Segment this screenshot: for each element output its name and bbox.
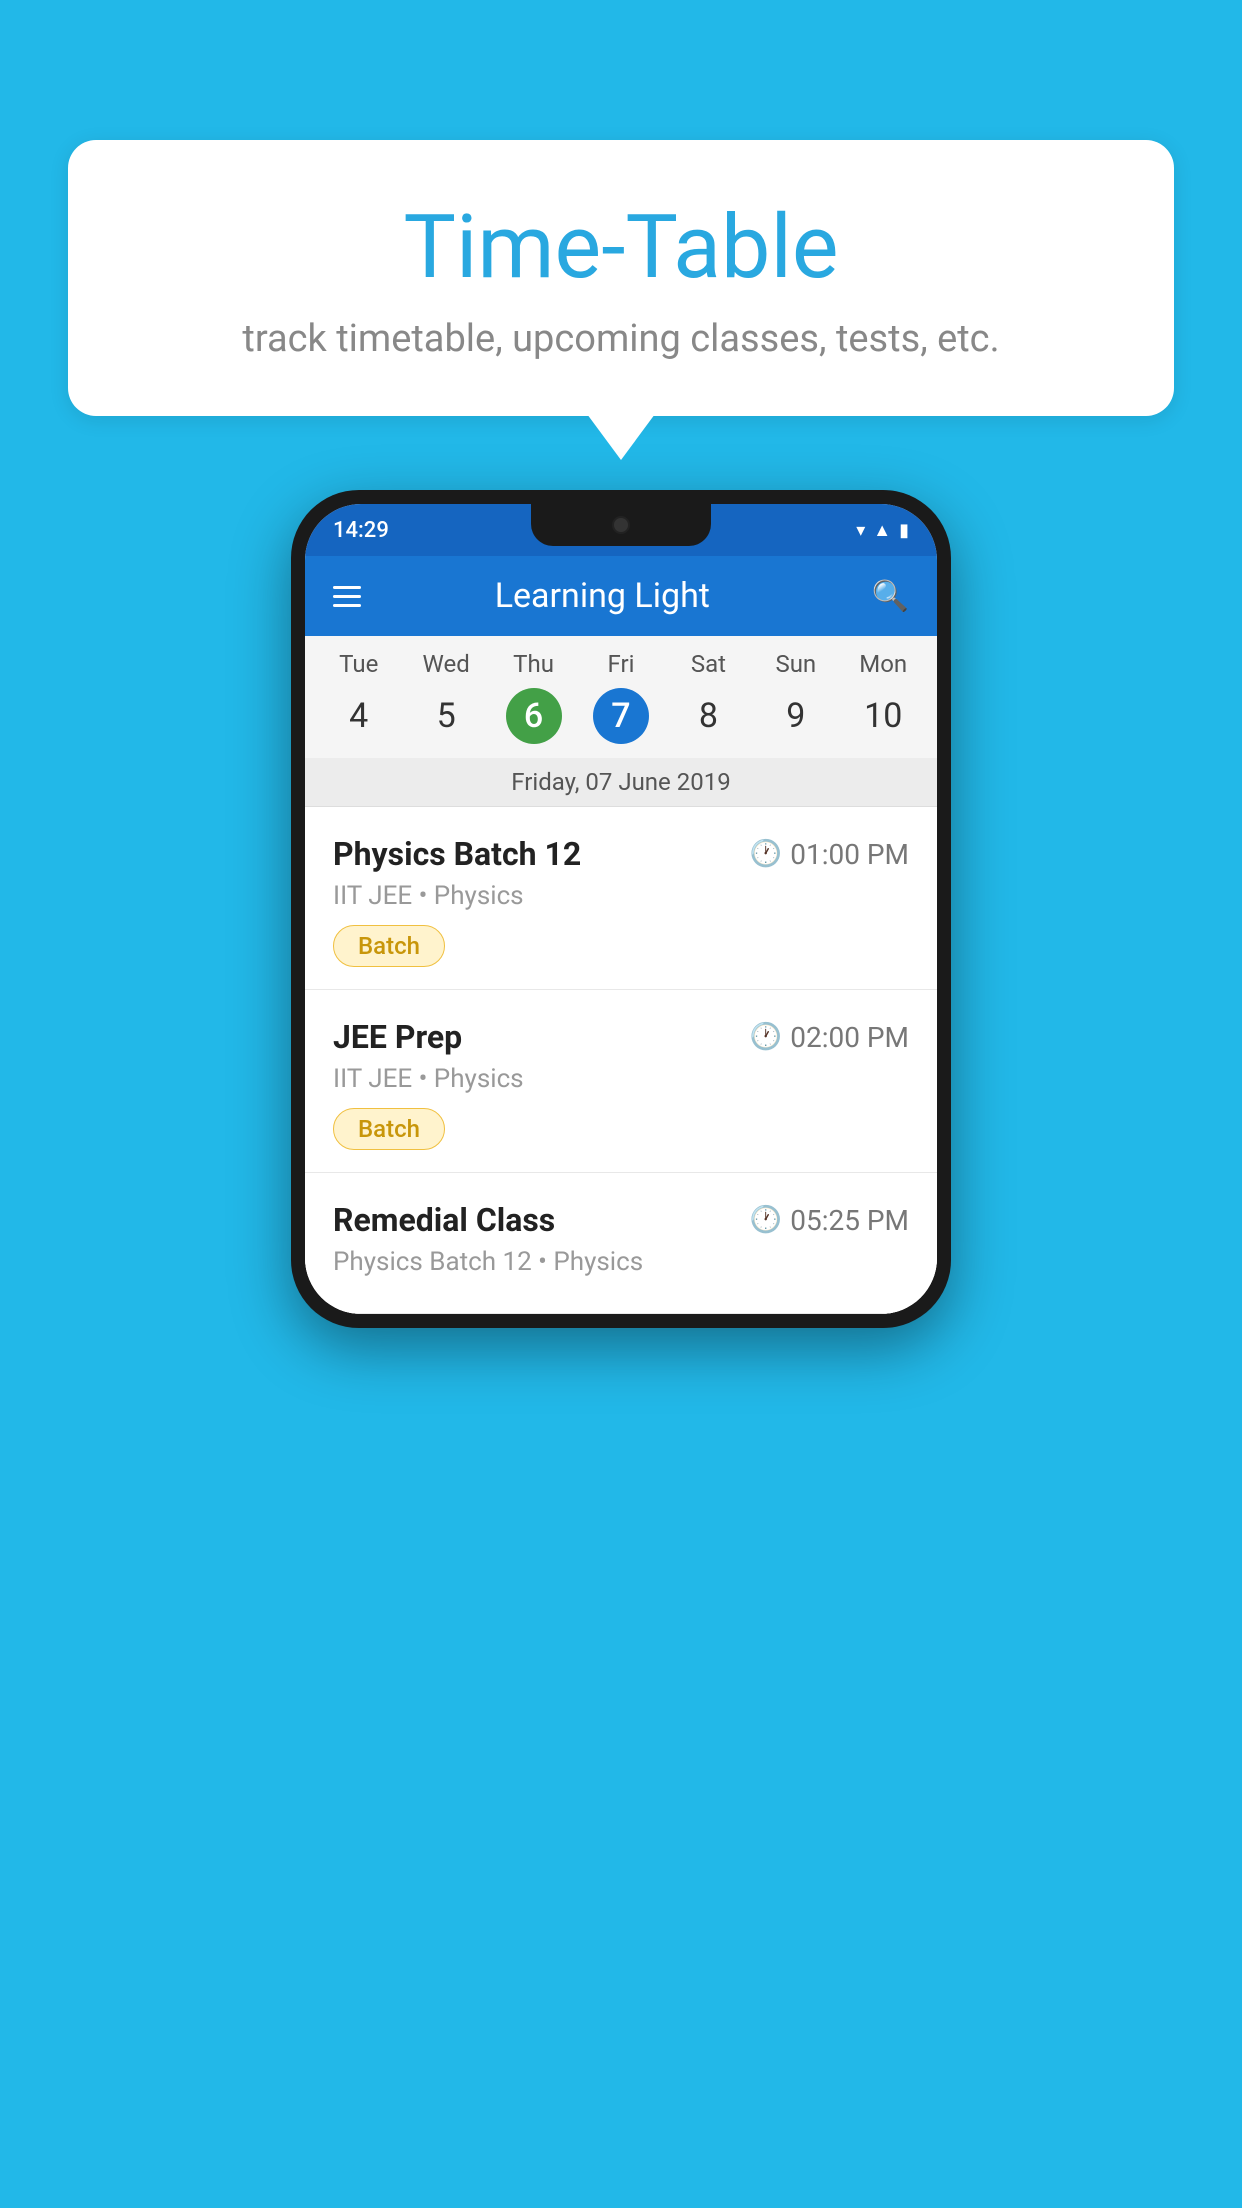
camera-icon bbox=[612, 516, 630, 534]
app-title: Learning Light bbox=[333, 576, 872, 616]
item-3-title: Remedial Class bbox=[333, 1201, 555, 1239]
phone-notch bbox=[531, 504, 711, 546]
date-6[interactable]: 6 bbox=[506, 688, 562, 744]
item-2-title: JEE Prep bbox=[333, 1018, 462, 1056]
date-4[interactable]: 4 bbox=[315, 696, 402, 736]
clock-icon-1: 🕐 bbox=[750, 839, 782, 869]
item-3-header: Remedial Class 🕐 05:25 PM bbox=[333, 1201, 909, 1239]
schedule-list: Physics Batch 12 🕐 01:00 PM IIT JEE • Ph… bbox=[305, 807, 937, 1314]
date-9[interactable]: 9 bbox=[752, 696, 839, 736]
day-sat: Sat bbox=[665, 650, 752, 678]
day-thu: Thu bbox=[490, 650, 577, 678]
signal-icon: ▲ bbox=[873, 520, 891, 541]
speech-bubble: Time-Table track timetable, upcoming cla… bbox=[68, 140, 1174, 416]
item-1-sub: IIT JEE • Physics bbox=[333, 881, 909, 911]
day-fri: Fri bbox=[577, 650, 664, 678]
phone-screen: 14:29 ▾ ▲ ▮ Learning Light 🔍 Tue bbox=[305, 504, 937, 1314]
day-mon: Mon bbox=[840, 650, 927, 678]
date-5[interactable]: 5 bbox=[402, 696, 489, 736]
status-time: 14:29 bbox=[333, 518, 389, 543]
day-tue: Tue bbox=[315, 650, 402, 678]
item-3-time-value: 05:25 PM bbox=[790, 1204, 909, 1237]
schedule-item-2[interactable]: JEE Prep 🕐 02:00 PM IIT JEE • Physics Ba… bbox=[305, 990, 937, 1173]
search-button[interactable]: 🔍 bbox=[872, 579, 909, 614]
schedule-item-3[interactable]: Remedial Class 🕐 05:25 PM Physics Batch … bbox=[305, 1173, 937, 1314]
clock-icon-3: 🕐 bbox=[750, 1205, 782, 1235]
item-2-tag: Batch bbox=[333, 1108, 445, 1150]
calendar-dates: 4 5 6 7 8 9 10 bbox=[305, 684, 937, 758]
phone-mockup: 14:29 ▾ ▲ ▮ Learning Light 🔍 Tue bbox=[291, 490, 951, 1328]
item-3-sub: Physics Batch 12 • Physics bbox=[333, 1247, 909, 1277]
schedule-item-1[interactable]: Physics Batch 12 🕐 01:00 PM IIT JEE • Ph… bbox=[305, 807, 937, 990]
item-2-time-value: 02:00 PM bbox=[790, 1021, 909, 1054]
bubble-title: Time-Table bbox=[138, 200, 1104, 297]
item-1-header: Physics Batch 12 🕐 01:00 PM bbox=[333, 835, 909, 873]
item-1-time: 🕐 01:00 PM bbox=[750, 838, 909, 871]
item-1-time-value: 01:00 PM bbox=[790, 838, 909, 871]
app-bar: Learning Light 🔍 bbox=[305, 556, 937, 636]
day-wed: Wed bbox=[402, 650, 489, 678]
item-1-title: Physics Batch 12 bbox=[333, 835, 581, 873]
date-6-container[interactable]: 6 bbox=[490, 688, 577, 744]
date-7[interactable]: 7 bbox=[593, 688, 649, 744]
item-2-sub: IIT JEE • Physics bbox=[333, 1064, 909, 1094]
selected-date: Friday, 07 June 2019 bbox=[305, 758, 937, 807]
wifi-icon: ▾ bbox=[856, 520, 865, 541]
item-3-time: 🕐 05:25 PM bbox=[750, 1204, 909, 1237]
bubble-subtitle: track timetable, upcoming classes, tests… bbox=[138, 317, 1104, 361]
calendar-section: Tue Wed Thu Fri Sat Sun Mon 4 5 6 7 bbox=[305, 636, 937, 807]
clock-icon-2: 🕐 bbox=[750, 1022, 782, 1052]
calendar-days-header: Tue Wed Thu Fri Sat Sun Mon bbox=[305, 636, 937, 684]
speech-bubble-section: Time-Table track timetable, upcoming cla… bbox=[68, 140, 1174, 416]
item-2-header: JEE Prep 🕐 02:00 PM bbox=[333, 1018, 909, 1056]
item-2-time: 🕐 02:00 PM bbox=[750, 1021, 909, 1054]
date-8[interactable]: 8 bbox=[665, 696, 752, 736]
item-1-tag: Batch bbox=[333, 925, 445, 967]
date-7-container[interactable]: 7 bbox=[577, 688, 664, 744]
date-10[interactable]: 10 bbox=[840, 696, 927, 736]
status-icons: ▾ ▲ ▮ bbox=[856, 520, 909, 541]
phone-frame: 14:29 ▾ ▲ ▮ Learning Light 🔍 Tue bbox=[291, 490, 951, 1328]
day-sun: Sun bbox=[752, 650, 839, 678]
battery-icon: ▮ bbox=[899, 520, 909, 541]
